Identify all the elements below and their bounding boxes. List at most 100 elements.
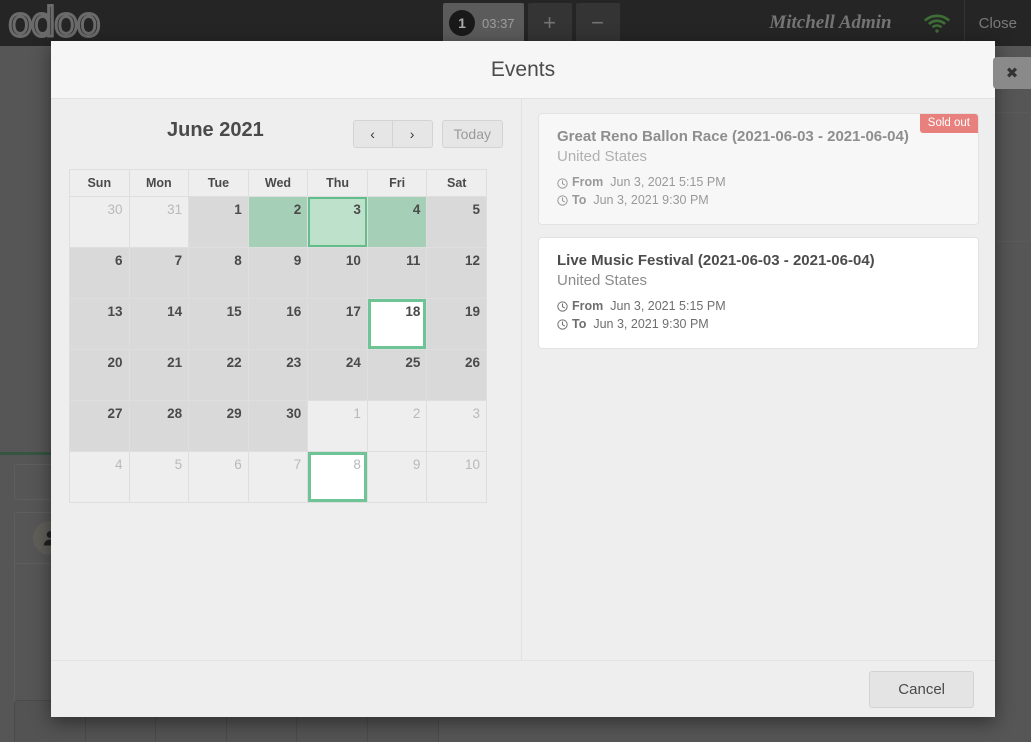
- calendar-day-number: 1: [353, 406, 361, 421]
- calendar-day-cell[interactable]: 3: [308, 197, 368, 248]
- calendar-weekday-header: Sun Mon Tue Wed Thu Fri Sat: [70, 170, 487, 197]
- calendar-day-cell[interactable]: 17: [308, 299, 368, 350]
- calendar-day-number: 7: [174, 253, 183, 268]
- calendar-day-cell[interactable]: 31: [129, 197, 190, 248]
- calendar-day-number: 8: [234, 253, 242, 268]
- calendar-day-cell[interactable]: 7: [248, 452, 309, 503]
- calendar-day-cell[interactable]: 4: [367, 197, 428, 248]
- calendar-day-cell[interactable]: 6: [70, 248, 130, 299]
- calendar-day-number: 4: [412, 202, 421, 217]
- calendar-day-cell[interactable]: 8: [189, 248, 249, 299]
- calendar-day-cell[interactable]: 23: [248, 350, 309, 401]
- calendar-week-row: 20 21 22 23 24 25 26: [70, 350, 487, 401]
- calendar-day-number: 9: [293, 253, 302, 268]
- calendar-weekday-sat: Sat: [427, 170, 487, 197]
- calendar-grid: Sun Mon Tue Wed Thu Fri Sat 30 31 1 2 3 4 5 6 7 8 9 10 11 1…: [69, 169, 487, 503]
- calendar-day-cell[interactable]: 20: [70, 350, 130, 401]
- calendar-day-number: 2: [293, 202, 302, 217]
- calendar-toolbar: June 2021 ‹ › Today: [69, 117, 503, 151]
- calendar-day-number: 14: [167, 304, 183, 319]
- calendar-day-cell[interactable]: 14: [129, 299, 190, 350]
- calendar-day-cell[interactable]: 26: [427, 350, 487, 401]
- clock-icon: [557, 319, 568, 330]
- calendar-day-cell[interactable]: 29: [189, 401, 249, 452]
- modal-footer: Cancel: [51, 661, 995, 717]
- calendar-week-row: 4 5 6 7 8 9 10: [70, 452, 487, 503]
- event-to-time: To Jun 3, 2021 9:30 PM: [557, 316, 962, 334]
- calendar-day-cell[interactable]: 28: [129, 401, 190, 452]
- calendar-day-cell[interactable]: 5: [129, 452, 190, 503]
- event-name: Live Music Festival (2021-06-03 - 2021-0…: [557, 251, 875, 269]
- event-location: United States: [557, 147, 648, 165]
- calendar-day-number: 7: [293, 457, 302, 472]
- calendar-day-number: 24: [345, 355, 361, 370]
- calendar-day-number: 3: [353, 202, 361, 217]
- calendar-day-number: 27: [107, 406, 123, 421]
- calendar-day-cell[interactable]: 30: [70, 197, 130, 248]
- calendar-day-cell[interactable]: 19: [427, 299, 487, 350]
- calendar-day-cell[interactable]: 9: [367, 452, 428, 503]
- calendar-day-cell[interactable]: 3: [427, 401, 487, 452]
- calendar-day-number: 10: [345, 253, 361, 268]
- event-to-time-value: Jun 3, 2021 9:30 PM: [593, 316, 709, 331]
- today-button[interactable]: Today: [441, 120, 503, 148]
- calendar-day-cell[interactable]: 11: [367, 248, 428, 299]
- cancel-button[interactable]: Cancel: [869, 670, 974, 708]
- event-card[interactable]: Sold out Great Reno Ballon Race (2021-06-…: [538, 113, 979, 225]
- calendar-day-cell[interactable]: 5: [427, 197, 487, 248]
- calendar-day-cell[interactable]: 24: [308, 350, 368, 401]
- calendar-day-number: 26: [464, 355, 480, 370]
- calendar-pane: June 2021 ‹ › Today Sun Mon Tue Wed Thu Fri Sa…: [51, 99, 522, 660]
- prev-month-button[interactable]: ‹: [352, 120, 393, 148]
- calendar-day-cell[interactable]: 22: [189, 350, 249, 401]
- calendar-day-number: 13: [107, 304, 123, 319]
- event-from-time-label: From: [572, 299, 604, 313]
- calendar-day-number: 18: [405, 304, 421, 319]
- calendar-day-cell[interactable]: 18: [367, 299, 428, 350]
- calendar-day-cell[interactable]: 16: [248, 299, 309, 350]
- calendar-day-cell[interactable]: 10: [427, 452, 487, 503]
- events-pane: Sold out Great Reno Ballon Race (2021-06-…: [522, 99, 995, 660]
- calendar-day-number: 25: [405, 355, 421, 370]
- next-month-button[interactable]: ›: [392, 120, 433, 148]
- calendar-day-cell[interactable]: 10: [308, 248, 368, 299]
- calendar-day-number: 9: [412, 457, 421, 472]
- calendar-day-number: 16: [286, 304, 302, 319]
- calendar-day-cell[interactable]: 2: [367, 401, 428, 452]
- modal-header: Events: [51, 41, 995, 99]
- calendar-week-row: 27 28 29 30 1 2 3: [70, 401, 487, 452]
- calendar-day-cell[interactable]: 4: [70, 452, 130, 503]
- calendar-day-cell[interactable]: 6: [189, 452, 249, 503]
- calendar-day-cell[interactable]: 12: [427, 248, 487, 299]
- event-card[interactable]: Live Music Festival (2021-06-03 - 2021-0…: [538, 236, 979, 349]
- calendar-day-number: 5: [472, 202, 480, 217]
- event-to-time: To Jun 3, 2021 9:30 PM: [557, 192, 962, 210]
- calendar-day-cell[interactable]: 8: [308, 452, 368, 503]
- calendar-day-number: 30: [286, 406, 302, 421]
- event-name: Great Reno Ballon Race (2021-06-03 - 202…: [557, 128, 909, 145]
- calendar-weekday-sun: Sun: [70, 170, 130, 197]
- calendar-day-cell[interactable]: 1: [308, 401, 368, 452]
- calendar-weeks: 30 31 1 2 3 4 5 6 7 8 9 10 11 12 13 14 15 16 17 18 19 20 21 22 2…: [70, 197, 487, 503]
- event-from-time-label: From: [572, 175, 604, 190]
- calendar-day-cell[interactable]: 21: [129, 350, 190, 401]
- calendar-day-cell[interactable]: 7: [129, 248, 190, 299]
- close-icon[interactable]: ✖: [993, 57, 1031, 89]
- calendar-day-cell[interactable]: 15: [189, 299, 249, 350]
- calendar-day-cell[interactable]: 9: [248, 248, 309, 299]
- calendar-day-number: 2: [412, 406, 421, 421]
- calendar-day-number: 8: [353, 457, 361, 472]
- calendar-day-cell[interactable]: 25: [367, 350, 428, 401]
- clock-icon: [557, 301, 568, 313]
- event-from-time-value: Jun 3, 2021 5:15 PM: [610, 299, 726, 313]
- calendar-day-number: 1: [234, 202, 242, 217]
- calendar-day-cell[interactable]: 30: [248, 401, 309, 452]
- calendar-day-cell[interactable]: 2: [248, 197, 309, 248]
- calendar-day-cell[interactable]: 13: [70, 299, 130, 350]
- calendar-day-cell[interactable]: 27: [70, 401, 130, 452]
- calendar-day-number: 15: [226, 304, 242, 319]
- calendar-day-cell[interactable]: 1: [189, 197, 249, 248]
- calendar-day-number: 5: [174, 457, 183, 472]
- event-from-time-value: Jun 3, 2021 5:15 PM: [610, 175, 726, 190]
- calendar-day-number: 6: [234, 457, 242, 472]
